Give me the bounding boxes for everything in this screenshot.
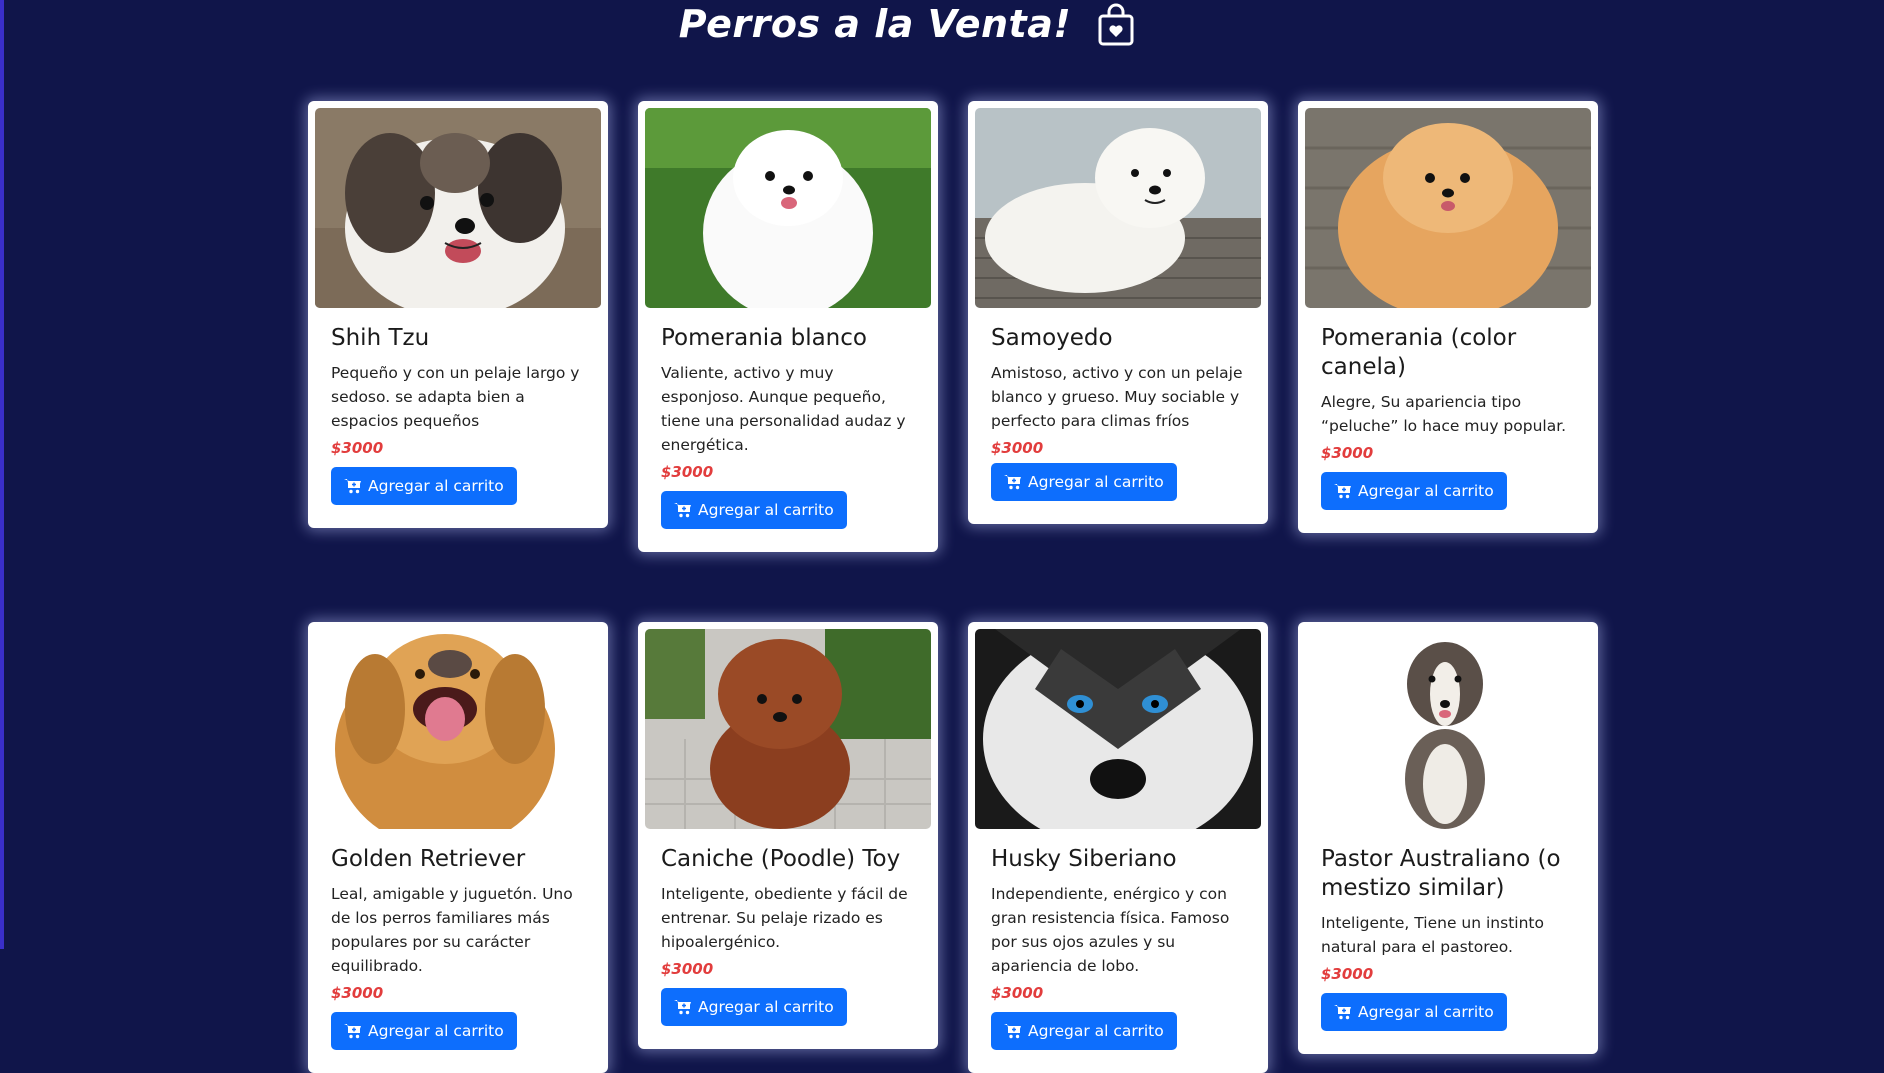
product-description: Amistoso, activo y con un pelaje blanco … (991, 364, 1243, 430)
add-to-cart-button[interactable]: Agregar al carrito (1321, 472, 1507, 510)
shopping-bag-heart-icon (1098, 3, 1134, 46)
product-card: Shih Tzu Pequeño y con un pelaje largo y… (308, 101, 608, 528)
product-name: Samoyedo (991, 325, 1113, 351)
product-card: Samoyedo Amistoso, activo y con un pelaj… (968, 101, 1268, 524)
product-name: Husky Siberiano (991, 846, 1177, 872)
product-card: Golden Retriever Leal, amigable y juguet… (308, 622, 608, 1073)
add-to-cart-button[interactable]: Agregar al carrito (991, 463, 1177, 501)
product-price: $3000 (331, 984, 384, 1002)
product-card: Husky Siberiano Independiente, enérgico … (968, 622, 1268, 1073)
product-description: Inteligente, obediente y fácil de entren… (661, 885, 908, 951)
dog-photo-shih-tzu (315, 108, 601, 308)
cart-plus-icon (1004, 475, 1021, 490)
product-name: Shih Tzu (331, 325, 430, 351)
page-header: Perros a la Venta! (0, 0, 1884, 48)
cart-plus-icon (1334, 1005, 1351, 1020)
add-to-cart-label: Agregar al carrito (368, 477, 504, 495)
add-to-cart-label: Agregar al carrito (698, 998, 834, 1016)
product-description: Independiente, enérgico y con gran resis… (991, 885, 1230, 975)
product-description: Alegre, Su apariencia tipo “peluche” lo … (1321, 393, 1567, 435)
product-price: $3000 (661, 463, 714, 481)
product-description: Leal, amigable y juguetón. Uno de los pe… (331, 885, 573, 975)
cart-plus-icon (674, 503, 691, 518)
add-to-cart-button[interactable]: Agregar al carrito (331, 467, 517, 505)
add-to-cart-label: Agregar al carrito (698, 501, 834, 519)
add-to-cart-button[interactable]: Agregar al carrito (331, 1012, 517, 1050)
product-grid: Shih Tzu Pequeño y con un pelaje largo y… (308, 101, 1598, 1073)
add-to-cart-label: Agregar al carrito (1358, 1003, 1494, 1021)
cart-plus-icon (1334, 484, 1351, 499)
add-to-cart-button[interactable]: Agregar al carrito (661, 491, 847, 529)
product-price: $3000 (661, 960, 714, 978)
product-name: Caniche (Poodle) Toy (661, 846, 901, 872)
cart-plus-icon (1004, 1024, 1021, 1039)
product-card: Caniche (Poodle) Toy Inteligente, obedie… (638, 622, 938, 1049)
dog-photo-pomerania-blanco (645, 108, 931, 308)
product-description: Inteligente, Tiene un instinto natural p… (1321, 914, 1544, 956)
add-to-cart-label: Agregar al carrito (368, 1022, 504, 1040)
add-to-cart-button[interactable]: Agregar al carrito (1321, 993, 1507, 1031)
product-description: Pequeño y con un pelaje largo y sedoso. … (331, 364, 580, 430)
dog-photo-pomerania-canela (1305, 108, 1591, 308)
product-price: $3000 (1321, 965, 1374, 983)
product-card: Pomerania blanco Valiente, activo y muy … (638, 101, 938, 552)
add-to-cart-label: Agregar al carrito (1028, 473, 1164, 491)
dog-photo-caniche-toy (645, 629, 931, 829)
dog-photo-husky-siberiano (975, 629, 1261, 829)
product-price: $3000 (331, 439, 384, 457)
product-card: Pomerania (color canela) Alegre, Su apar… (1298, 101, 1598, 533)
add-to-cart-button[interactable]: Agregar al carrito (661, 988, 847, 1026)
dog-photo-samoyedo (975, 108, 1261, 308)
product-price: $3000 (991, 984, 1044, 1002)
cart-plus-icon (344, 479, 361, 494)
cart-plus-icon (344, 1024, 361, 1039)
dog-photo-pastor-australiano (1305, 629, 1591, 829)
product-name: Pastor Australiano (o mestizo similar) (1321, 846, 1561, 901)
add-to-cart-button[interactable]: Agregar al carrito (991, 1012, 1177, 1050)
product-name: Pomerania (color canela) (1321, 325, 1517, 380)
add-to-cart-label: Agregar al carrito (1358, 482, 1494, 500)
product-name: Pomerania blanco (661, 325, 867, 351)
product-name: Golden Retriever (331, 846, 526, 872)
product-card: Pastor Australiano (o mestizo similar) I… (1298, 622, 1598, 1054)
product-price: $3000 (991, 439, 1044, 457)
page-left-edge (0, 0, 4, 949)
cart-plus-icon (674, 1000, 691, 1015)
add-to-cart-label: Agregar al carrito (1028, 1022, 1164, 1040)
product-description: Valiente, activo y muy esponjoso. Aunque… (661, 364, 906, 454)
page-title: Perros a la Venta! (678, 2, 1072, 46)
product-price: $3000 (1321, 444, 1374, 462)
dog-photo-golden-retriever (315, 629, 601, 829)
